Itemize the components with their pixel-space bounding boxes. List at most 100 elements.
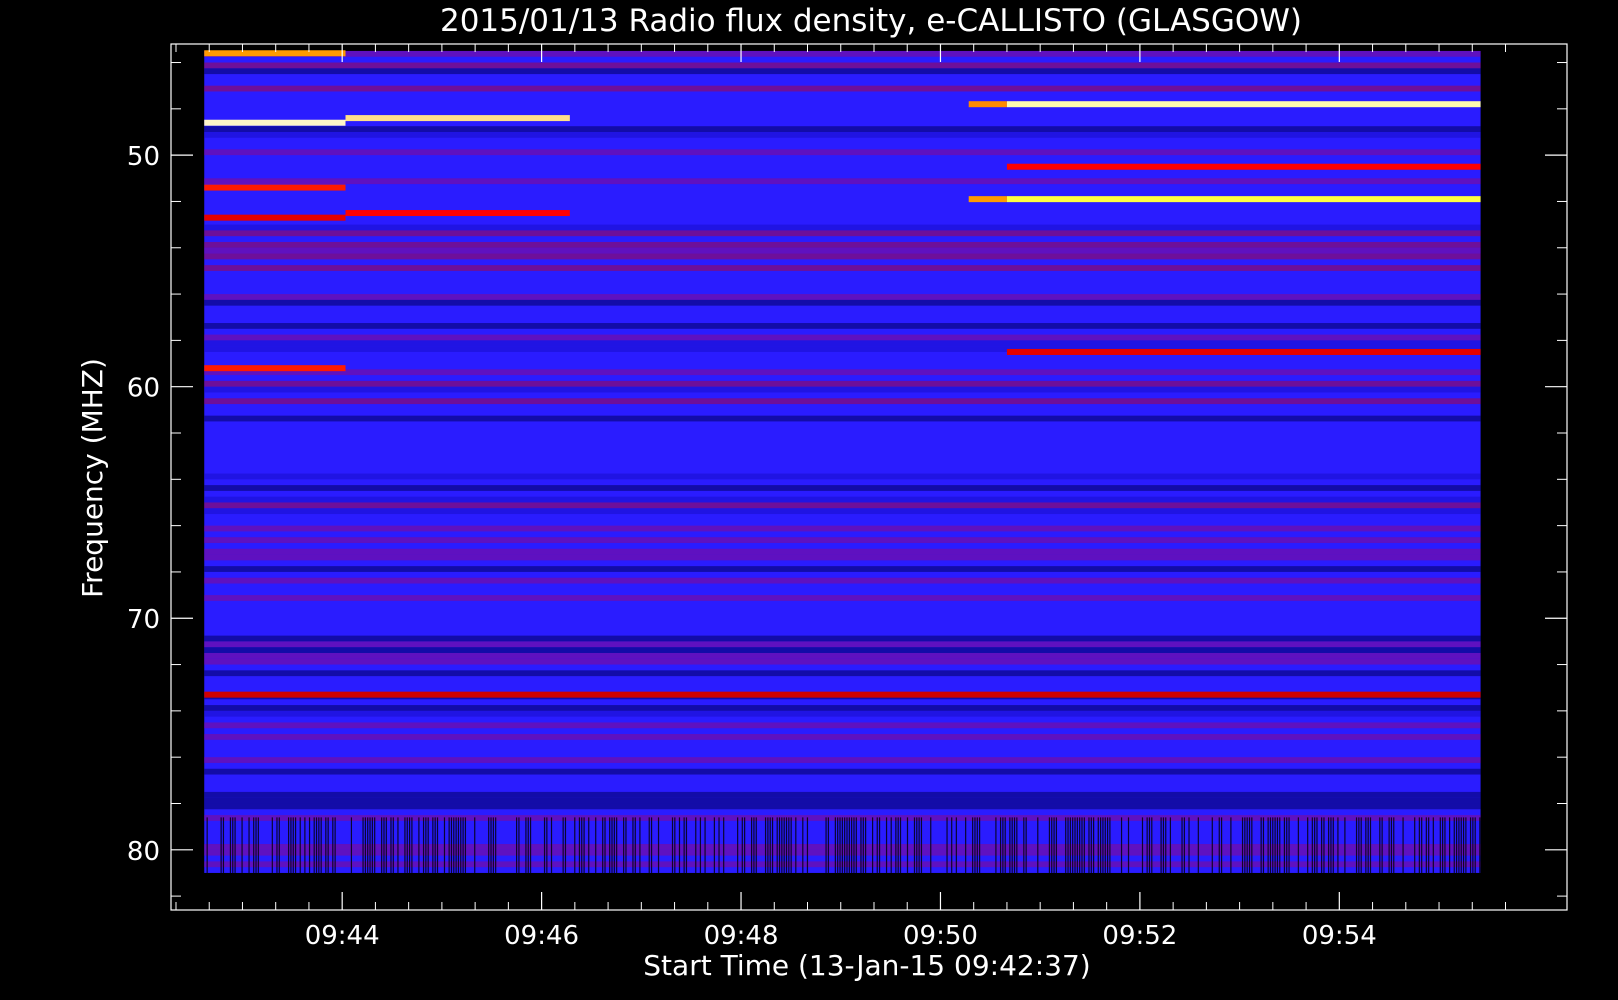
interference-stripe (1421, 817, 1423, 873)
interference-stripe (443, 817, 446, 873)
interference-stripe (1169, 817, 1172, 873)
interference-stripe (315, 817, 318, 873)
interference-stripe (1311, 817, 1313, 873)
x-axis-label: Start Time (13-Jan-15 09:42:37) (643, 949, 1090, 982)
interference-stripe (1444, 817, 1446, 873)
interference-stripe (318, 817, 320, 873)
interference-stripe (422, 817, 425, 873)
interference-stripe (609, 817, 611, 873)
interference-stripe (1316, 817, 1318, 873)
interference-stripe (972, 817, 974, 873)
interference-stripe (455, 817, 457, 873)
interference-stripe (516, 817, 518, 873)
interference-stripe (434, 817, 436, 873)
interference-stripe (299, 817, 301, 873)
interference-stripe (916, 817, 918, 873)
texture-row (204, 658, 1481, 665)
texture-row (204, 577, 1481, 584)
interference-stripe (1011, 817, 1013, 873)
interference-stripe (313, 817, 315, 873)
interference-stripe (1055, 817, 1057, 873)
interference-stripe (406, 817, 408, 873)
interference-stripe (1067, 817, 1069, 873)
x-tick-label: 09:54 (1302, 921, 1377, 951)
interference-stripe (1037, 817, 1039, 873)
interference-stripe (1102, 817, 1104, 873)
interference-stripe (704, 817, 706, 873)
interference-stripe (450, 817, 453, 873)
interference-stripe (1211, 817, 1213, 873)
interference-stripe (1248, 817, 1251, 873)
interference-stripe (871, 817, 874, 873)
x-tick-label: 09:52 (1102, 921, 1177, 951)
interference-stripe (367, 817, 369, 873)
interference-stripe (527, 817, 529, 873)
interference-stripe (1025, 817, 1027, 873)
texture-row (204, 386, 1481, 393)
interference-stripe (851, 817, 853, 873)
interference-stripe (1013, 817, 1016, 873)
interference-stripe (1146, 817, 1148, 873)
interference-stripe (369, 817, 371, 873)
texture-row (204, 50, 1481, 57)
interference-stripe (334, 817, 336, 873)
interference-stripe (1442, 817, 1444, 873)
texture-row (204, 791, 1481, 798)
interference-stripe (657, 817, 660, 873)
interference-stripe (788, 817, 790, 873)
emission-band (1006, 348, 1481, 355)
texture-row (204, 670, 1481, 677)
interference-stripe (457, 817, 460, 873)
interference-stripe (634, 817, 636, 873)
texture-row (204, 554, 1481, 561)
texture-row (204, 508, 1481, 515)
interference-stripe (574, 817, 576, 873)
interference-stripe (518, 817, 520, 873)
interference-stripe (741, 817, 743, 873)
interference-stripe (327, 817, 329, 873)
interference-stripe (371, 817, 373, 873)
interference-stripe (1081, 817, 1083, 873)
interference-stripe (1460, 817, 1462, 873)
interference-stripe (529, 817, 532, 873)
emission-band (968, 101, 1007, 108)
texture-row (204, 415, 1481, 422)
interference-stripe (855, 817, 857, 873)
texture-row (204, 797, 1481, 804)
texture-row (204, 68, 1481, 75)
interference-stripe (543, 817, 546, 873)
emission-band (345, 210, 570, 217)
interference-stripe (1393, 817, 1395, 873)
interference-stripe (1160, 817, 1162, 873)
y-tick-label: 60 (127, 374, 160, 404)
interference-stripe (1274, 817, 1276, 873)
interference-stripe (320, 817, 322, 873)
emission-band (204, 365, 346, 372)
interference-stripe (1328, 817, 1330, 873)
interference-stripe (995, 817, 997, 873)
texture-row (204, 299, 1481, 306)
interference-stripe (955, 817, 957, 873)
x-tick-label: 09:44 (305, 921, 380, 951)
interference-stripe (436, 817, 439, 873)
interference-stripe (974, 817, 976, 873)
interference-stripe (1151, 817, 1153, 873)
interference-stripe (844, 817, 846, 873)
texture-row (204, 537, 1481, 543)
interference-stripe (1314, 817, 1316, 873)
interference-stripe (1297, 817, 1299, 873)
interference-stripe (1100, 817, 1102, 873)
interference-stripe (753, 817, 755, 873)
interference-stripe (613, 817, 615, 873)
interference-stripe (1288, 817, 1290, 873)
emission-band (345, 115, 570, 122)
interference-stripe (308, 817, 311, 873)
texture-row (204, 502, 1481, 509)
texture-row (204, 803, 1481, 810)
interference-stripe (897, 817, 899, 873)
interference-stripe (878, 817, 881, 873)
interference-stripe (1414, 817, 1416, 873)
interference-stripe (564, 817, 567, 873)
interference-stripe (611, 817, 613, 873)
interference-stripe (913, 817, 916, 873)
